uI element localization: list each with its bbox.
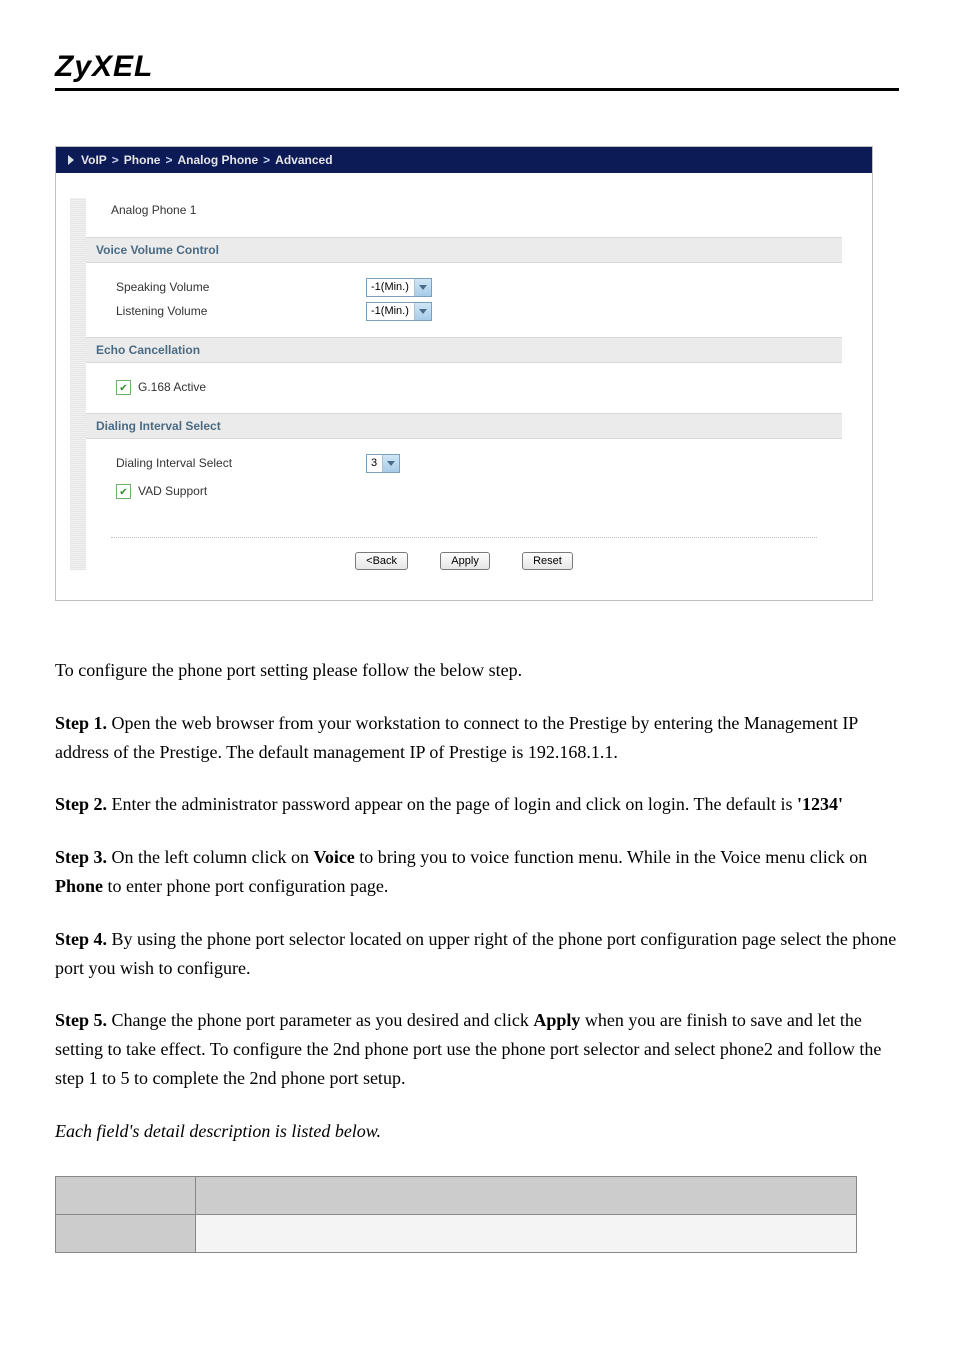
checkbox-icon xyxy=(116,380,131,395)
speaking-volume-select[interactable]: -1(Min.) xyxy=(366,278,432,297)
crumb-sep: > xyxy=(165,153,172,167)
speaking-volume-label: Speaking Volume xyxy=(116,280,366,294)
dialing-interval-select[interactable]: 3 xyxy=(366,454,400,473)
g168-checkbox[interactable]: G.168 Active xyxy=(116,380,206,395)
vad-label: VAD Support xyxy=(138,484,207,498)
section-voice-header: Voice Volume Control xyxy=(86,237,842,263)
brand-rule xyxy=(55,88,899,91)
apply-button[interactable]: Apply xyxy=(440,552,490,570)
dialing-interval-label: Dialing Interval Select xyxy=(116,456,366,470)
intro-text: To configure the phone port setting plea… xyxy=(55,656,899,685)
step-3: Step 3. On the left column click on Voic… xyxy=(55,843,899,901)
chevron-down-icon[interactable] xyxy=(414,303,431,320)
document-body: To configure the phone port setting plea… xyxy=(55,656,899,1253)
listening-volume-select[interactable]: -1(Min.) xyxy=(366,302,432,321)
brand-logo: ZyXEL xyxy=(55,50,899,88)
crumb-sep: > xyxy=(263,153,270,167)
footnote-text: Each field's detail description is liste… xyxy=(55,1117,899,1146)
description-table xyxy=(55,1176,857,1253)
crumb-sep: > xyxy=(112,153,119,167)
button-row: <Back Apply Reset xyxy=(111,537,817,570)
step-4: Step 4. By using the phone port selector… xyxy=(55,925,899,983)
config-screenshot: VoIP > Phone > Analog Phone > Advanced A… xyxy=(55,146,873,601)
breadcrumb: VoIP > Phone > Analog Phone > Advanced xyxy=(56,147,872,173)
chevron-down-icon[interactable] xyxy=(414,279,431,296)
table-row xyxy=(56,1214,857,1252)
crumb-item[interactable]: Analog Phone xyxy=(177,153,258,167)
crumb-item[interactable]: Advanced xyxy=(275,153,332,167)
breadcrumb-icon xyxy=(66,155,76,165)
vad-checkbox[interactable]: VAD Support xyxy=(116,484,207,499)
reset-button[interactable]: Reset xyxy=(522,552,573,570)
section-echo-header: Echo Cancellation xyxy=(86,337,842,363)
back-button[interactable]: <Back xyxy=(355,552,408,570)
checkbox-icon xyxy=(116,484,131,499)
g168-label: G.168 Active xyxy=(138,380,206,394)
listening-volume-label: Listening Volume xyxy=(116,304,366,318)
select-value: 3 xyxy=(367,455,382,472)
step-5: Step 5. Change the phone port parameter … xyxy=(55,1006,899,1092)
select-value: -1(Min.) xyxy=(367,303,414,320)
crumb-item[interactable]: VoIP xyxy=(81,153,107,167)
table-row xyxy=(56,1176,857,1214)
step-1: Step 1. Open the web browser from your w… xyxy=(55,709,899,767)
crumb-item[interactable]: Phone xyxy=(124,153,161,167)
step-2: Step 2. Enter the administrator password… xyxy=(55,790,899,819)
section-dialing-header: Dialing Interval Select xyxy=(86,413,842,439)
panel-title: Analog Phone 1 xyxy=(86,198,842,237)
chevron-down-icon[interactable] xyxy=(382,455,399,472)
select-value: -1(Min.) xyxy=(367,279,414,296)
